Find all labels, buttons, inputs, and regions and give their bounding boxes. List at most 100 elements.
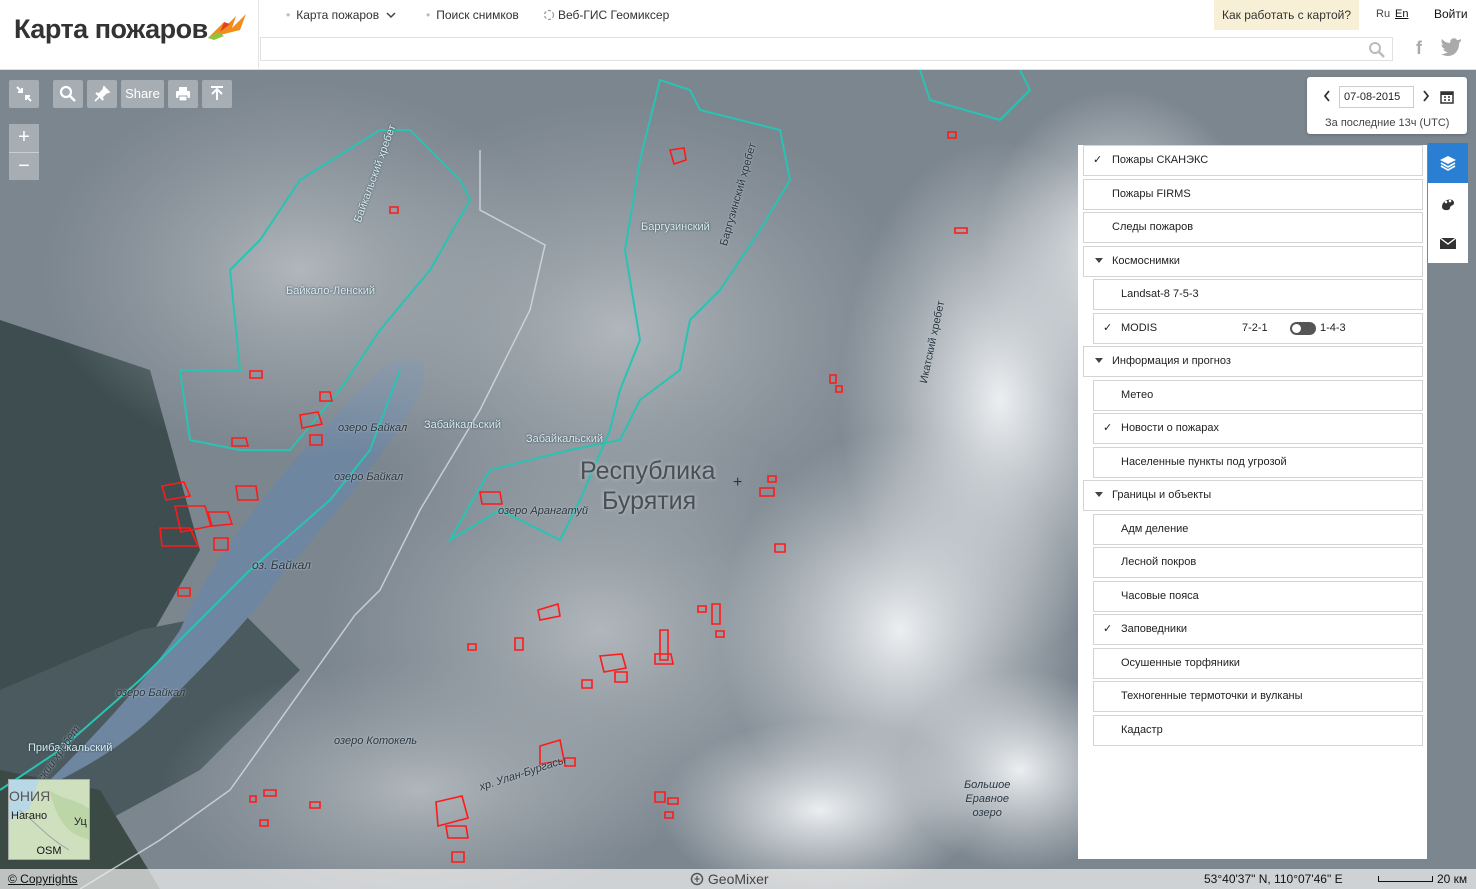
lang-en-link[interactable]: En: [1395, 8, 1408, 20]
layer-label: Информация и прогноз: [1112, 355, 1231, 367]
palette-icon: [1442, 199, 1454, 211]
pin-button[interactable]: [87, 80, 117, 108]
zoom-in-button[interactable]: +: [9, 124, 39, 152]
minimap[interactable]: ОНИЯ Нагано Уц OSM: [8, 779, 90, 860]
geomixer-logo-icon: [690, 872, 704, 886]
layer-label: Техногенные термоточки и вулканы: [1121, 690, 1303, 702]
layer-label: Лесной покров: [1121, 556, 1197, 568]
nav-fire-map[interactable]: • Карта пожаров: [286, 8, 396, 22]
layer-label: Новости о пожарах: [1121, 422, 1219, 434]
upload-icon: [211, 86, 223, 100]
layer-row[interactable]: Следы пожаров: [1083, 212, 1423, 243]
chevron-right-icon: [1423, 90, 1430, 102]
export-button[interactable]: [202, 80, 232, 108]
header-divider: [258, 0, 259, 70]
top-header: Карта пожаров • Карта пожаров • Поиск сним…: [0, 0, 1476, 70]
map-label-baikalo-lensky: Байкало-Ленский: [286, 285, 375, 297]
layer-row[interactable]: ✓ Новости о пожарах: [1093, 413, 1423, 444]
layer-row[interactable]: Кадастр: [1093, 715, 1423, 746]
nav-webgis[interactable]: Веб-ГИС Геомиксер: [543, 8, 669, 22]
geomixer-brand: GeoMixer: [690, 871, 769, 887]
minimap-text-3: Уц: [74, 816, 87, 828]
caret-down-icon[interactable]: [1095, 358, 1103, 363]
magnifier-icon: [59, 85, 76, 102]
minimap-text-2: Нагано: [11, 810, 48, 822]
layer-row[interactable]: Лесной покров: [1093, 547, 1423, 578]
layer-row[interactable]: Landsat-8 7-5-3: [1093, 279, 1423, 310]
tab-layers[interactable]: [1428, 143, 1468, 183]
fullscreen-button[interactable]: [9, 80, 39, 108]
nav-image-search-label: Поиск снимков: [436, 8, 519, 22]
site-logo-text[interactable]: Карта пожаров: [14, 14, 208, 45]
layer-label: Часовые пояса: [1121, 590, 1199, 602]
twitter-icon[interactable]: [1440, 38, 1462, 58]
copyrights-link[interactable]: © Copyrights: [8, 872, 78, 886]
layer-label: Следы пожаров: [1112, 221, 1194, 233]
facebook-icon[interactable]: f: [1416, 38, 1422, 59]
lang-ru-link[interactable]: Ru: [1376, 8, 1390, 20]
layers-panel: ✓ Пожары СКАНЭКС Пожары FIRMS Следы пожаров…: [1078, 145, 1427, 859]
chevron-left-icon: [1323, 90, 1330, 102]
layer-row[interactable]: Метео: [1093, 380, 1423, 411]
chevron-down-icon: [386, 12, 396, 19]
search-input[interactable]: [260, 37, 1393, 61]
layer-row[interactable]: Информация и прогноз: [1083, 346, 1423, 377]
envelope-icon: [1439, 237, 1457, 249]
date-next-button[interactable]: [1422, 89, 1430, 105]
tab-messages[interactable]: [1428, 223, 1468, 263]
layer-row[interactable]: Границы и объекты: [1083, 480, 1423, 511]
tab-styles[interactable]: [1428, 183, 1468, 223]
zoom-out-button[interactable]: −: [9, 152, 39, 180]
layer-row[interactable]: ✓ MODIS 7-2-1 1-4-3: [1093, 313, 1423, 344]
map-label-zabaikalsky-2: Забайкальский: [526, 433, 603, 445]
modis-band-left: 7-2-1: [1242, 322, 1268, 334]
login-link[interactable]: Войти: [1434, 7, 1468, 21]
search-icon[interactable]: [1368, 41, 1386, 59]
layer-label: Адм деление: [1121, 523, 1189, 535]
print-button[interactable]: [168, 80, 198, 108]
layer-row[interactable]: ✓ Пожары СКАНЭКС: [1083, 145, 1423, 176]
layers-icon: [1440, 156, 1456, 171]
nav-image-search[interactable]: • Поиск снимков: [426, 8, 519, 22]
layer-row[interactable]: Осушенные торфяники: [1093, 648, 1423, 679]
date-input[interactable]: [1339, 86, 1414, 108]
map-label-lake-baikal-1: озеро Байкал: [338, 422, 408, 434]
map-label-bolshoe-eravnoe: Большое Еравное озеро: [964, 779, 1011, 819]
map-label-republic: Республика Бурятия: [580, 456, 715, 516]
checkmark-icon[interactable]: ✓: [1103, 615, 1112, 644]
layer-row[interactable]: Адм деление: [1093, 514, 1423, 545]
layer-row[interactable]: Населенные пункты под угрозой: [1093, 447, 1423, 478]
map-label-lake-baikal-2: озеро Байкал: [334, 471, 404, 483]
map-label-zabaikalsky-1: Забайкальский: [424, 419, 501, 431]
checkmark-icon[interactable]: ✓: [1103, 314, 1112, 343]
layer-label: Населенные пункты под угрозой: [1121, 456, 1287, 468]
cursor-coordinates: 53°40'37" N, 110°07'46" E: [1204, 872, 1343, 886]
map-label-lake-arangatui: озеро Арангатуй: [498, 505, 588, 517]
date-prev-button[interactable]: [1323, 89, 1331, 105]
map-search-button[interactable]: [53, 80, 83, 108]
map-label-lake-baikal-3: оз. Байкал: [252, 558, 311, 572]
checkmark-icon[interactable]: ✓: [1093, 146, 1102, 175]
layer-row[interactable]: Пожары FIRMS: [1083, 179, 1423, 210]
layer-label: Космоснимки: [1112, 255, 1180, 267]
layer-row[interactable]: ✓ Заповедники: [1093, 614, 1423, 645]
modis-band-toggle[interactable]: [1290, 322, 1316, 335]
date-range-note: За последние 13ч (UTC): [1325, 117, 1450, 129]
caret-down-icon[interactable]: [1095, 258, 1103, 263]
caret-down-icon[interactable]: [1095, 492, 1103, 497]
date-picker: За последние 13ч (UTC): [1307, 77, 1467, 134]
map-footer: © Copyrights GeoMixer 53°40'37" N, 110°0…: [0, 869, 1476, 889]
calendar-icon[interactable]: [1440, 90, 1454, 104]
crosshair-icon: +: [733, 474, 743, 491]
help-link[interactable]: Как работать с картой?: [1214, 0, 1359, 30]
layer-label: Заповедники: [1121, 623, 1188, 635]
map-label-lake-baikal-4: озеро Байкал: [116, 687, 186, 699]
map-label-republic-line1: Республика: [580, 457, 716, 485]
share-button[interactable]: Share: [121, 80, 164, 108]
layer-row[interactable]: Техногенные термоточки и вулканы: [1093, 681, 1423, 712]
layer-row[interactable]: Космоснимки: [1083, 246, 1423, 277]
map-view[interactable]: Байкало-Ленский Байкальский хребет Баргу…: [0, 70, 1476, 889]
flame-logo-icon: [208, 14, 246, 40]
checkmark-icon[interactable]: ✓: [1103, 414, 1112, 443]
layer-row[interactable]: Часовые пояса: [1093, 581, 1423, 612]
